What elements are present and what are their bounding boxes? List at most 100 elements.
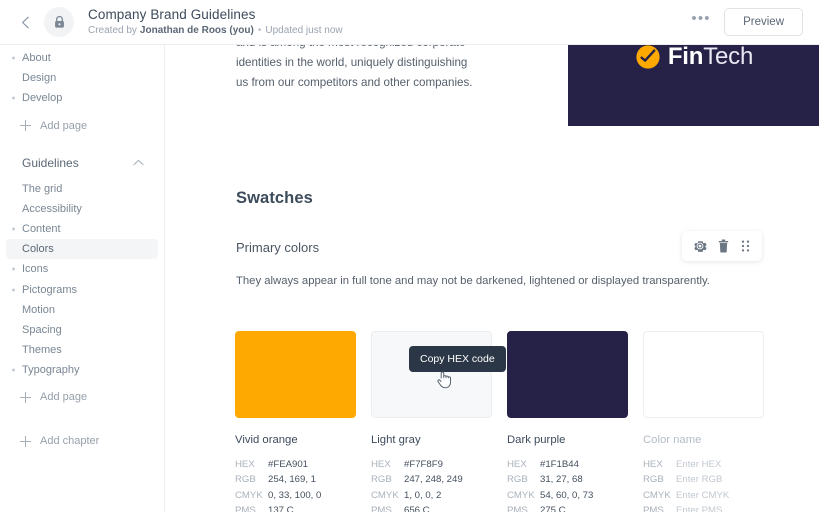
spec-value-pms[interactable]: 137 C [268, 505, 294, 512]
swatch-card-empty[interactable]: Color name HEX Enter HEX RGB Enter RGB C… [643, 331, 764, 512]
spec-key: PMS [643, 505, 664, 512]
swatch-color-chip[interactable] [235, 331, 356, 418]
trash-icon[interactable] [717, 239, 730, 253]
spec-key: CMYK [507, 489, 535, 501]
spec-value-rgb[interactable]: 247, 248, 249 [404, 474, 463, 485]
spec-value-hex[interactable]: #1F1B44 [540, 459, 579, 470]
sidebar-item-label: Typography [22, 364, 80, 377]
preview-button[interactable]: Preview [724, 8, 803, 36]
sidebar-item-develop[interactable]: Develop [6, 88, 158, 108]
plus-icon [20, 120, 31, 132]
swatch-name[interactable]: Vivid orange [235, 434, 356, 446]
spec-key: PMS [507, 505, 528, 512]
sidebar-item-label: Colors [22, 243, 54, 256]
spec-key: HEX [235, 459, 255, 471]
sidebar-item-about[interactable]: About [6, 48, 158, 68]
author-name: Jonathan de Roos (you) [139, 25, 254, 36]
spec-row-hex: HEX #1F1B44 [507, 457, 628, 472]
created-by-label: Created by [88, 25, 137, 36]
sidebar-item-label: Content [22, 223, 61, 236]
logo-wordmark: FinTech [668, 45, 753, 70]
lock-badge[interactable] [44, 7, 74, 37]
sidebar-item-label: Icons [22, 263, 49, 276]
spec-key: PMS [371, 505, 392, 512]
swatch-spec-table: HEX #FEA901 RGB 254, 169, 1 CMYK 0, 33, … [235, 457, 356, 512]
swatch-name-placeholder[interactable]: Color name [643, 434, 764, 446]
sidebar-item-label: Themes [22, 344, 62, 357]
sidebar-item-accessibility[interactable]: Accessibility [6, 199, 158, 219]
sidebar-item-spacing[interactable]: Spacing [6, 320, 158, 340]
plus-icon [20, 435, 31, 447]
spec-key: HEX [371, 459, 391, 471]
spec-value-rgb[interactable]: Enter RGB [676, 474, 722, 485]
add-page-button-bottom[interactable]: Add page [6, 386, 158, 408]
document-title-block: Company Brand Guidelines Created by Jona… [88, 6, 343, 38]
gear-icon[interactable] [693, 239, 707, 253]
chevron-left-icon [21, 16, 29, 28]
sidebar-item-content[interactable]: Content [6, 219, 158, 239]
spec-value-rgb[interactable]: 31, 27, 68 [540, 474, 583, 485]
sidebar-item-themes[interactable]: Themes [6, 340, 158, 360]
add-chapter-button[interactable]: Add chapter [6, 430, 158, 452]
logo-lockup: FinTech [635, 45, 753, 70]
spec-value-cmyk[interactable]: 1, 0, 0, 2 [404, 490, 441, 501]
drag-grip-icon[interactable] [740, 239, 751, 253]
sidebar-item-pictograms[interactable]: Pictograms [6, 280, 158, 300]
add-page-button-top[interactable]: Add page [6, 115, 158, 137]
swatch-color-chip[interactable] [643, 331, 764, 418]
orange-check-circle-icon [636, 45, 660, 69]
sidebar-item-typography[interactable]: Typography [6, 360, 158, 380]
spec-row-hex: HEX #FEA901 [235, 457, 356, 472]
swatch-card[interactable]: Dark purple HEX #1F1B44 RGB 31, 27, 68 C… [507, 331, 628, 512]
sidebar[interactable]: About Design Develop Add page Guidelines… [0, 45, 165, 512]
spec-row-rgb: RGB 247, 248, 249 [371, 472, 492, 487]
spec-row-rgb: RGB 31, 27, 68 [507, 472, 628, 487]
sidebar-item-icons[interactable]: Icons [6, 259, 158, 279]
spec-key: CMYK [371, 489, 399, 501]
sidebar-item-label: The grid [22, 182, 63, 195]
spec-row-cmyk: CMYK 1, 0, 0, 2 [371, 488, 492, 503]
intro-block: and is among the most recognized corpora… [236, 45, 819, 126]
sidebar-item-colors[interactable]: Colors [6, 239, 158, 260]
sidebar-section-guidelines[interactable]: Guidelines [6, 151, 158, 175]
swatch-color-chip[interactable] [507, 331, 628, 418]
sidebar-item-design[interactable]: Design [6, 68, 158, 88]
spec-key: RGB [235, 474, 256, 486]
swatch-grid: Vivid orange HEX #FEA901 RGB 254, 169, 1… [235, 331, 819, 512]
spec-value-hex[interactable]: #FEA901 [268, 459, 308, 470]
swatch-card[interactable]: Vivid orange HEX #FEA901 RGB 254, 169, 1… [235, 331, 356, 512]
spec-value-pms[interactable]: 275 C [540, 505, 566, 512]
section-title-swatches: Swatches [236, 189, 313, 207]
bullet-icon [12, 227, 15, 231]
swatch-name[interactable]: Light gray [371, 434, 492, 446]
spec-value-cmyk[interactable]: Enter CMYK [676, 490, 729, 501]
sidebar-section-label: Guidelines [22, 155, 79, 170]
spec-value-pms[interactable]: Enter PMS [676, 505, 722, 512]
logo-word-bold: Fin [667, 45, 704, 70]
back-button[interactable] [8, 0, 42, 45]
spec-row-pms: PMS 275 C [507, 503, 628, 512]
spec-key: RGB [643, 474, 664, 486]
spec-value-cmyk[interactable]: 0, 33, 100, 0 [268, 490, 321, 501]
spec-value-cmyk[interactable]: 54, 60, 0, 73 [540, 490, 593, 501]
updated-timestamp: Updated just now [265, 25, 343, 36]
swatch-color-chip[interactable] [371, 331, 492, 418]
spec-key: RGB [371, 474, 392, 486]
logo-panel: FinTech [568, 45, 819, 126]
spec-value-hex[interactable]: #F7F8F9 [404, 459, 443, 470]
spec-row-pms: PMS Enter PMS [643, 503, 764, 512]
spec-key: HEX [643, 459, 663, 471]
sidebar-item-motion[interactable]: Motion [6, 300, 158, 320]
spec-value-rgb[interactable]: 254, 169, 1 [268, 474, 316, 485]
sidebar-item-label: Design [22, 72, 57, 85]
add-chapter-label: Add chapter [40, 435, 100, 448]
spec-value-pms[interactable]: 656 C [404, 505, 430, 512]
swatch-name[interactable]: Dark purple [507, 434, 628, 446]
top-header: Company Brand Guidelines Created by Jona… [0, 0, 819, 45]
bullet-icon [12, 56, 15, 60]
chevron-up-icon[interactable] [133, 159, 144, 166]
more-options-button[interactable]: ••• [688, 9, 714, 35]
spec-value-hex[interactable]: Enter HEX [676, 459, 721, 470]
sidebar-item-the-grid[interactable]: The grid [6, 179, 158, 199]
logo-word-light: Tech [703, 45, 754, 70]
